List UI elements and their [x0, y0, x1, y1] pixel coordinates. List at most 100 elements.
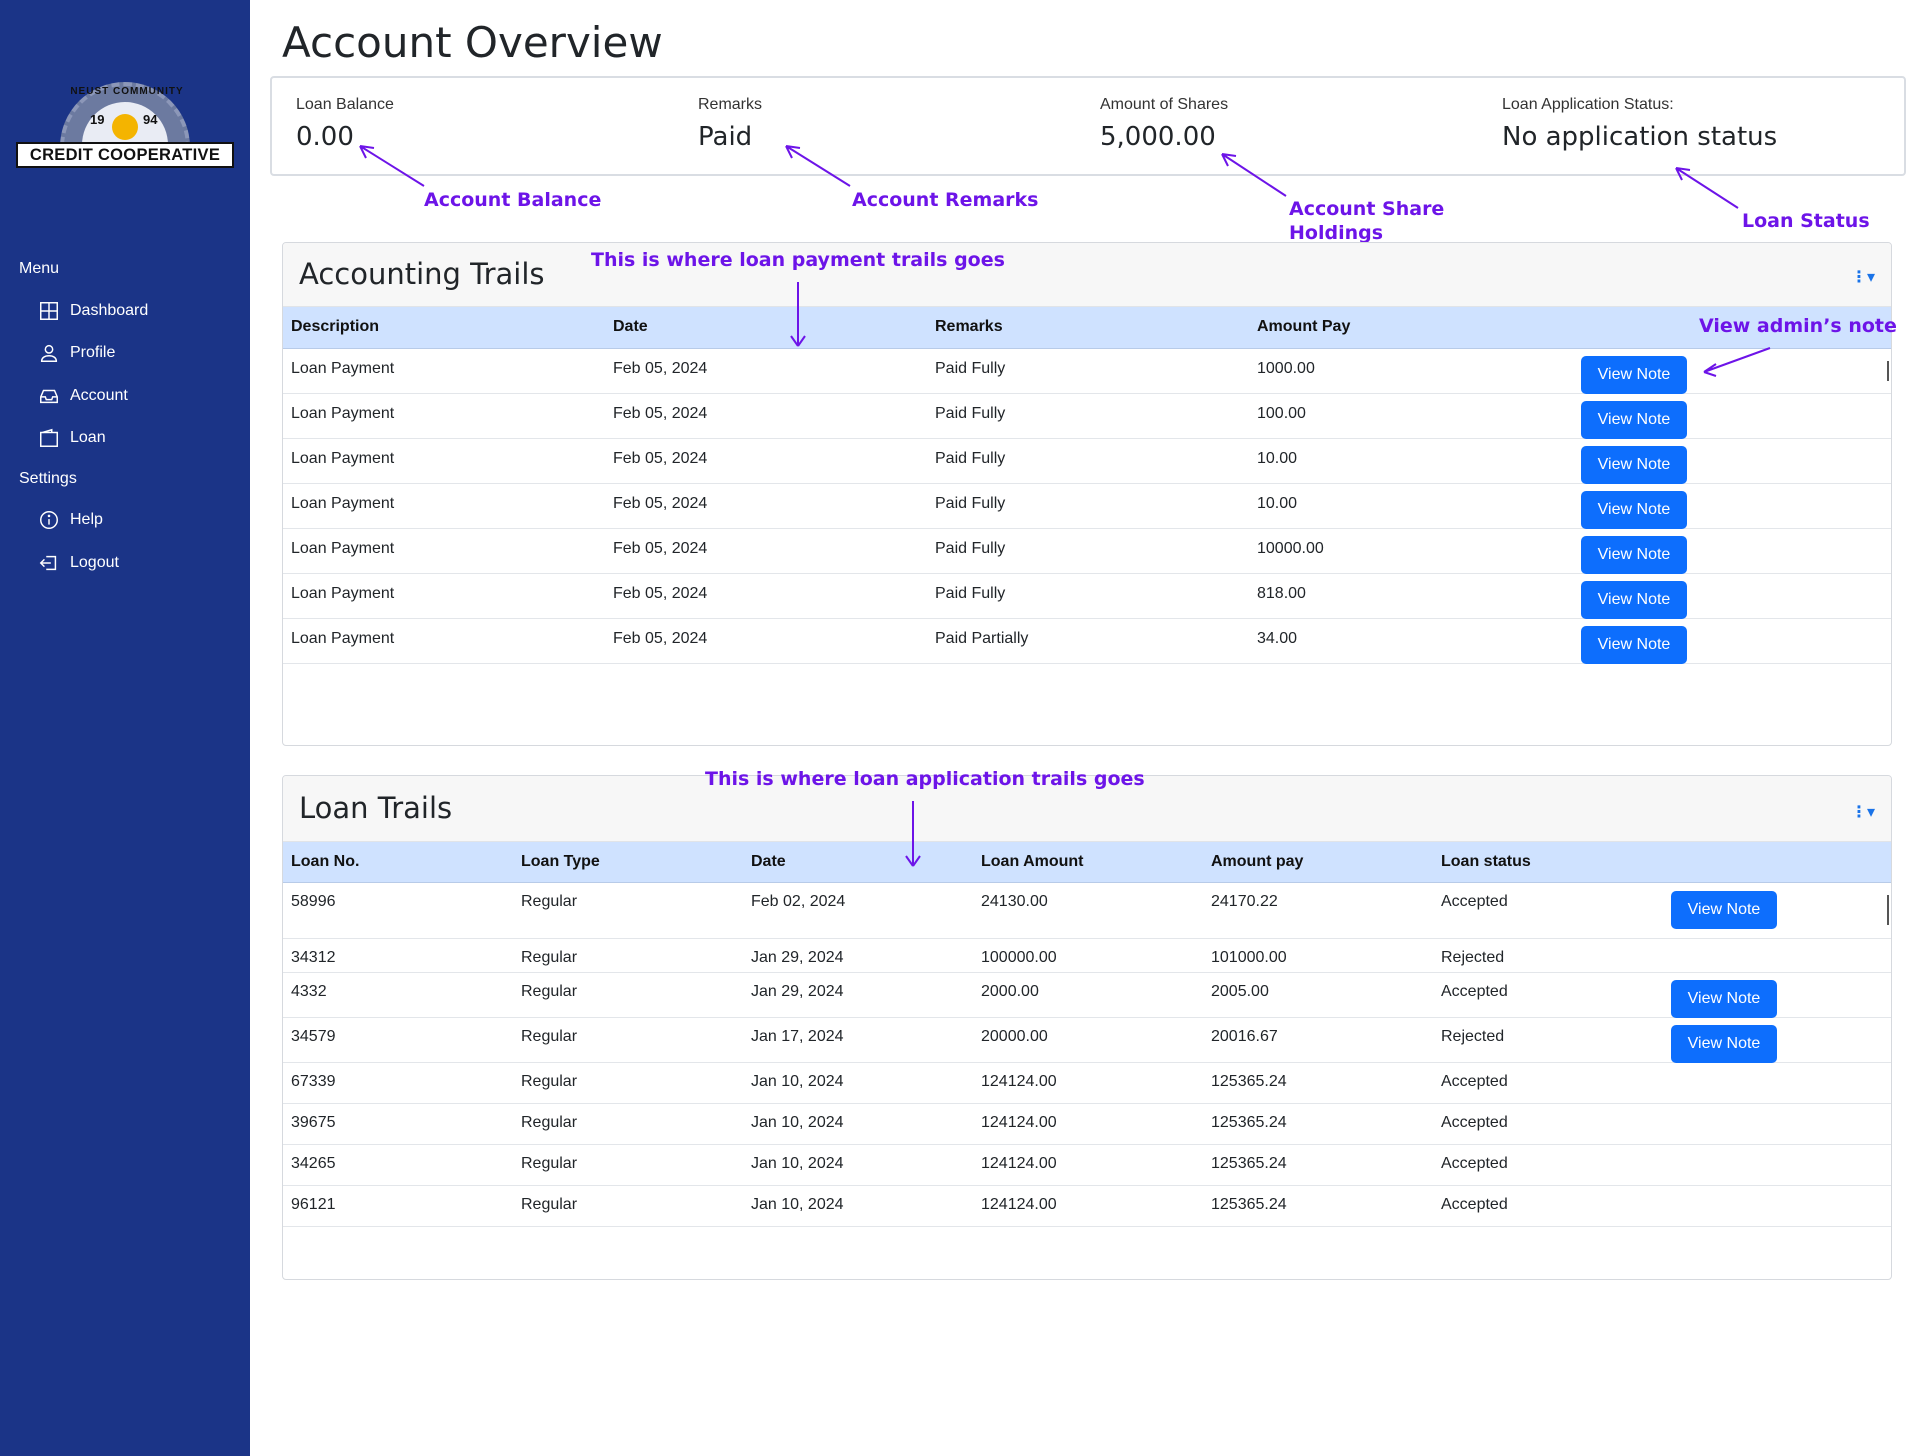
table-row: Loan Payment Feb 05, 2024 Paid Fully 10000.…	[283, 529, 1891, 574]
logo-year-right: 94	[143, 112, 158, 127]
callout-admin-note: View admin’s note	[1699, 315, 1897, 337]
loan-status-cell: Accepted	[1441, 1114, 1508, 1131]
amount-cell: 10.00	[1257, 450, 1298, 467]
remarks-stat: Remarks Paid	[698, 96, 762, 152]
sidebar-item-label: Loan	[70, 429, 106, 446]
table-row: Loan Payment Feb 05, 2024 Paid Partially 34…	[283, 619, 1891, 664]
date-cell: Feb 05, 2024	[613, 630, 708, 647]
remarks-cell: Paid Fully	[935, 495, 1006, 512]
shares-value: 5,000.00	[1100, 122, 1216, 152]
column-header: Loan status	[1441, 853, 1531, 870]
loan-status-cell: Accepted	[1441, 1196, 1508, 1213]
sidebar-item-logout[interactable]: Logout	[38, 549, 119, 577]
view-note-button[interactable]: View Note	[1581, 446, 1687, 484]
remarks-cell: Paid Fully	[935, 405, 1006, 422]
column-header: Loan Amount	[981, 853, 1084, 870]
scrollbar-thumb[interactable]	[1887, 361, 1889, 381]
loan-amount-cell: 124124.00	[981, 1155, 1057, 1172]
view-note-button[interactable]: View Note	[1581, 491, 1687, 529]
column-header: Description	[291, 318, 380, 335]
loan-status-cell: Accepted	[1441, 1155, 1508, 1172]
view-note-button[interactable]: View Note	[1581, 401, 1687, 439]
view-note-button[interactable]: View Note	[1581, 581, 1687, 619]
loan-trails-title: Loan Trails	[299, 791, 453, 825]
date-cell: Feb 05, 2024	[613, 495, 708, 512]
options-menu-icon[interactable]: ⋮▾	[1851, 267, 1875, 286]
view-note-button[interactable]: View Note	[1671, 891, 1777, 929]
shares-label: Amount of Shares	[1100, 96, 1229, 113]
callout-application-trails: This is where loan application trails go…	[705, 768, 1145, 790]
table-row: 4332 Regular Jan 29, 2024 2000.00 2005.00 Acc…	[283, 973, 1891, 1018]
date-cell: Jan 10, 2024	[751, 1155, 844, 1172]
sidebar-item-label: Help	[70, 511, 103, 528]
info-icon	[40, 511, 58, 529]
table-row: 34265 Regular Jan 10, 2024 124124.00 125365.…	[283, 1145, 1891, 1186]
table-row: 96121 Regular Jan 10, 2024 124124.00 125365.…	[283, 1186, 1891, 1227]
loan-type-cell: Regular	[521, 1028, 578, 1045]
view-note-button[interactable]: View Note	[1581, 536, 1687, 574]
loan-type-cell: Regular	[521, 983, 578, 1000]
sidebar-item-account[interactable]: Account	[38, 382, 128, 410]
view-note-button[interactable]: View Note	[1671, 980, 1777, 1018]
page-title: Account Overview	[282, 18, 663, 67]
callout-account-remarks: Account Remarks	[852, 189, 1039, 211]
date-cell: Jan 29, 2024	[751, 983, 844, 1000]
amount-cell: 818.00	[1257, 585, 1306, 602]
description-cell: Loan Payment	[291, 495, 395, 512]
loan-balance-label: Loan Balance	[296, 96, 394, 113]
column-header: Loan No.	[291, 853, 360, 870]
sidebar-item-loan[interactable]: Loan	[38, 424, 106, 452]
amount-pay-cell: 20016.67	[1211, 1028, 1278, 1045]
table-row: Loan Payment Feb 05, 2024 Paid Fully 100.00…	[283, 394, 1891, 439]
loan-status-cell: Accepted	[1441, 1073, 1508, 1090]
date-cell: Feb 02, 2024	[751, 893, 846, 910]
column-header: Date	[613, 318, 648, 335]
loan-amount-cell: 124124.00	[981, 1196, 1057, 1213]
loan-no-cell: 96121	[291, 1196, 336, 1213]
table-row: Loan Payment Feb 05, 2024 Paid Fully 10.00 V…	[283, 439, 1891, 484]
sidebar-item-help[interactable]: Help	[38, 506, 103, 534]
column-header: Date	[751, 853, 786, 870]
loan-type-cell: Regular	[521, 1073, 578, 1090]
loan-no-cell: 39675	[291, 1114, 336, 1131]
logo-sun-shape	[112, 114, 138, 140]
callout-account-balance: Account Balance	[424, 189, 602, 211]
amount-cell: 10.00	[1257, 495, 1298, 512]
table-row: 39675 Regular Jan 10, 2024 124124.00 125365.…	[283, 1104, 1891, 1145]
description-cell: Loan Payment	[291, 450, 395, 467]
accounting-table-body: Loan Payment Feb 05, 2024 Paid Fully 1000.0…	[283, 349, 1891, 664]
loan-type-cell: Regular	[521, 893, 578, 910]
sidebar-item-dashboard[interactable]: Dashboard	[38, 297, 148, 325]
loan-status-cell: Accepted	[1441, 983, 1508, 1000]
scrollbar-thumb[interactable]	[1887, 895, 1889, 925]
view-note-button[interactable]: View Note	[1581, 626, 1687, 664]
inbox-icon	[40, 389, 58, 404]
date-cell: Jan 29, 2024	[751, 949, 844, 966]
remarks-value: Paid	[698, 122, 753, 152]
logo-year-left: 19	[90, 112, 105, 127]
view-note-button[interactable]: View Note	[1581, 356, 1687, 394]
column-header: Amount pay	[1211, 853, 1304, 870]
amount-pay-cell: 101000.00	[1211, 949, 1287, 966]
logo-arc-text: NEUST COMMUNITY	[70, 86, 184, 97]
options-menu-icon[interactable]: ⋮▾	[1851, 802, 1875, 821]
date-cell: Feb 05, 2024	[613, 450, 708, 467]
sidebar-item-profile[interactable]: Profile	[38, 339, 115, 367]
accounting-table-header: Description Date Remarks Amount Pay	[283, 307, 1891, 349]
loan-amount-cell: 124124.00	[981, 1073, 1057, 1090]
view-note-button[interactable]: View Note	[1671, 1025, 1777, 1063]
amount-cell: 34.00	[1257, 630, 1298, 647]
loan-balance-stat: Loan Balance 0.00	[296, 96, 394, 152]
column-header: Amount Pay	[1257, 318, 1351, 335]
loan-status-cell: Rejected	[1441, 949, 1505, 966]
amount-pay-cell: 125365.24	[1211, 1114, 1287, 1131]
date-cell: Feb 05, 2024	[613, 360, 708, 377]
remarks-cell: Paid Fully	[935, 360, 1006, 377]
loan-amount-cell: 24130.00	[981, 893, 1048, 910]
amount-cell: 10000.00	[1257, 540, 1324, 557]
amount-pay-cell: 125365.24	[1211, 1073, 1287, 1090]
description-cell: Loan Payment	[291, 540, 395, 557]
loan-status-label: Loan Application Status:	[1502, 96, 1674, 113]
sidebar-item-label: Logout	[70, 554, 119, 571]
accounting-trails-title: Accounting Trails	[299, 257, 545, 291]
